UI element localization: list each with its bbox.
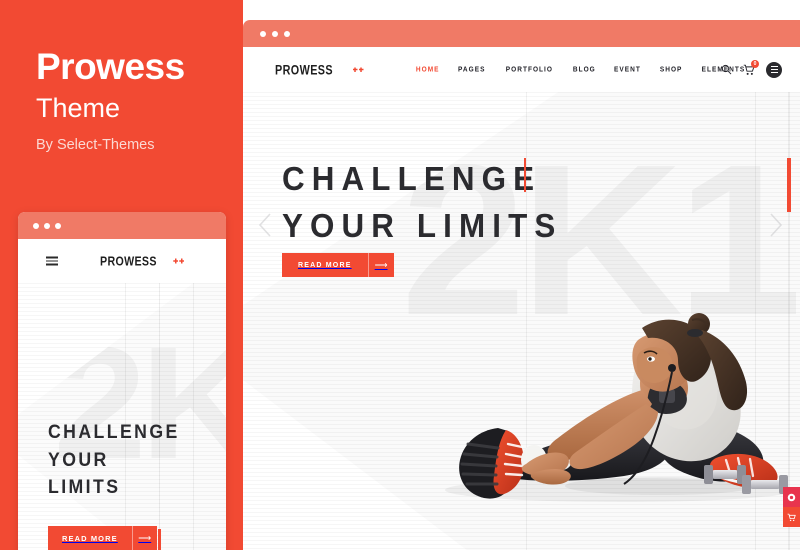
carousel-prev-button[interactable] [257, 212, 273, 238]
read-more-button[interactable]: READ MORE ⟶ [282, 253, 394, 277]
mobile-hamburger-icon[interactable] [46, 256, 58, 266]
mobile-window-dot-maximize[interactable] [55, 222, 61, 229]
main-menu: HOME PAGES PORTFOLIO BLOG EVENT SHOP ELE… [415, 66, 747, 73]
site-logo-text: PROWESS [275, 62, 334, 77]
mobile-vertical-scrollbar[interactable] [158, 283, 161, 550]
mobile-preview-window: PROWESS 2K CHALLENGE YOUR LIMITS READ MO… [18, 212, 226, 550]
envato-buy-icon[interactable] [783, 487, 800, 507]
menu-item-home[interactable]: HOME [416, 66, 440, 73]
arrow-right-icon: ⟶ [374, 259, 388, 270]
window-dot-minimize[interactable] [272, 30, 278, 37]
menu-item-shop[interactable]: SHOP [660, 66, 683, 73]
search-icon[interactable] [721, 64, 732, 75]
typing-caret-icon [524, 158, 526, 192]
desktop-titlebar [243, 20, 800, 47]
hero-image-athlete [445, 313, 795, 502]
mobile-logo-text: PROWESS [100, 253, 157, 269]
mobile-window-dot-minimize[interactable] [44, 222, 50, 229]
desktop-preview-window: PROWESS HOME PAGES PORTFOLIO BLOG EVENT … [243, 20, 800, 550]
page-title: Prowess [36, 46, 185, 87]
mobile-site-logo[interactable]: PROWESS [100, 253, 185, 269]
menu-item-blog[interactable]: BLOG [573, 66, 596, 73]
author-credit: By Select-Themes [36, 137, 155, 153]
desktop-viewport: PROWESS HOME PAGES PORTFOLIO BLOG EVENT … [243, 47, 800, 550]
mobile-dumbbell-icon [173, 258, 185, 264]
hamburger-icon[interactable] [766, 61, 782, 78]
site-navbar: PROWESS HOME PAGES PORTFOLIO BLOG EVENT … [243, 47, 800, 92]
menu-item-pages[interactable]: PAGES [458, 66, 485, 73]
hero-heading: CHALLENGE YOUR LIMITS [282, 160, 563, 244]
mobile-window-dot-close[interactable] [33, 222, 39, 229]
site-logo[interactable]: PROWESS [275, 62, 364, 77]
mobile-read-more-button[interactable]: READ MORE ⟶ [48, 526, 157, 550]
window-dot-close[interactable] [260, 30, 266, 37]
window-controls[interactable] [260, 30, 290, 37]
mobile-read-more-label: READ MORE [62, 533, 118, 543]
carousel-next-button[interactable] [768, 212, 784, 238]
menu-item-portfolio[interactable]: PORTFOLIO [506, 66, 553, 73]
read-more-label: READ MORE [298, 261, 352, 269]
dumbbell-icon [352, 67, 364, 72]
mobile-viewport: PROWESS 2K CHALLENGE YOUR LIMITS READ MO… [18, 239, 226, 550]
hero-section: 2K18 [243, 92, 800, 550]
floating-cart-icon[interactable] [783, 507, 800, 527]
mobile-titlebar [18, 212, 226, 239]
navbar-actions: 0 [721, 59, 782, 78]
mobile-grid-line-2 [193, 283, 194, 550]
mobile-arrow-right-icon: ⟶ [138, 532, 152, 543]
mobile-scrollbar-thumb[interactable] [158, 529, 161, 550]
page-subtitle: Theme [36, 93, 121, 123]
scrollbar-thumb[interactable] [787, 158, 791, 212]
mobile-navbar: PROWESS [18, 239, 226, 283]
menu-item-event[interactable]: EVENT [614, 66, 641, 73]
mobile-window-controls[interactable] [33, 222, 61, 229]
cart-icon[interactable]: 0 [743, 59, 759, 76]
vertical-scrollbar[interactable] [787, 92, 791, 550]
screenshot-root: Prowess Theme By Select-Themes PROWESS H… [0, 0, 800, 550]
mobile-grid-line-1 [125, 283, 126, 550]
cart-count-badge: 0 [751, 59, 759, 68]
window-dot-maximize[interactable] [284, 30, 290, 37]
floating-action-stack [783, 487, 800, 527]
mobile-hero-section: 2K CHALLENGE YOUR LIMITS READ MORE ⟶ [18, 283, 226, 550]
